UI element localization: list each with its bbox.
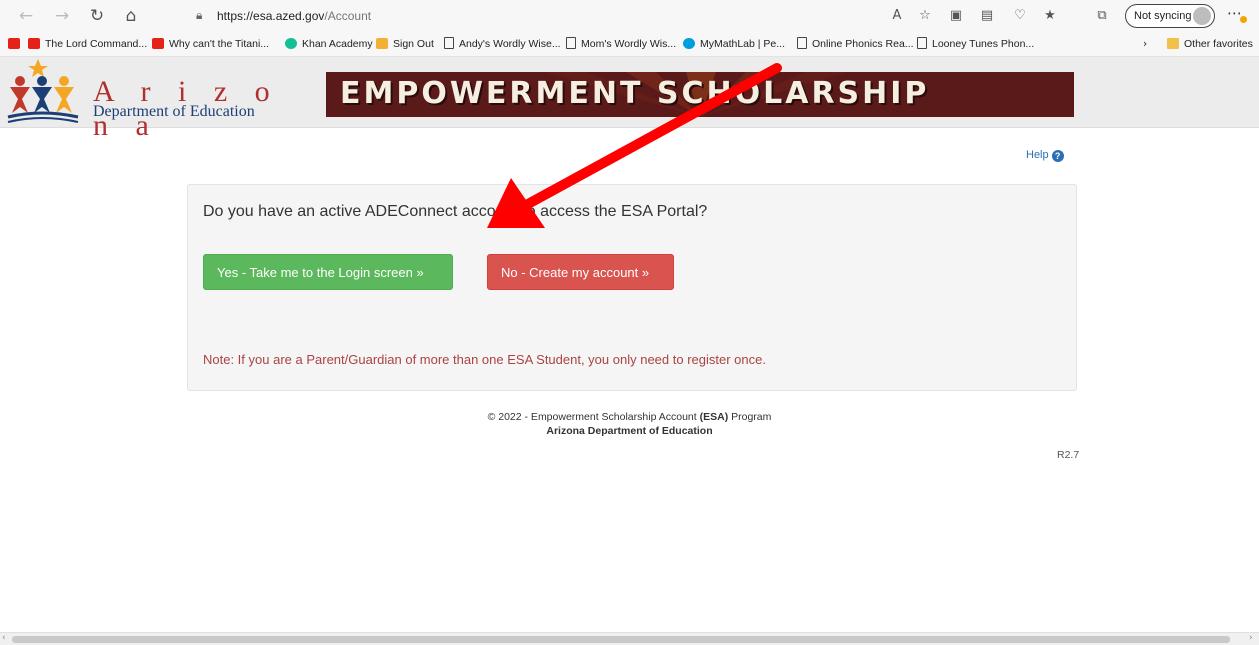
url-host: https://esa.azed.gov: [217, 9, 325, 23]
other-favorites-label: Other favorites: [1184, 38, 1253, 50]
avatar: [1193, 7, 1211, 25]
login-button[interactable]: Yes - Take me to the Login screen »: [203, 254, 453, 290]
read-aloud-icon[interactable]: A: [888, 7, 906, 25]
scrollbar-thumb[interactable]: [12, 636, 1230, 643]
browser-essentials-icon[interactable]: ♡: [1011, 7, 1029, 25]
youtube-icon: [152, 38, 164, 49]
question-circle-icon: ?: [1051, 150, 1064, 162]
back-icon[interactable]: ←: [16, 6, 36, 26]
copyright-esa: (ESA): [699, 411, 729, 423]
home-icon[interactable]: ⌂: [121, 6, 141, 26]
lock-icon[interactable]: 🔒︎: [196, 8, 210, 22]
favorite-item[interactable]: Sign Out: [376, 36, 434, 52]
signout-icon: [376, 38, 388, 49]
banner-title: EMPOWERMENT SCHOLARSHIP: [340, 76, 930, 111]
favorite-item[interactable]: Online Phonics Rea...: [797, 36, 914, 52]
folder-icon: [1167, 38, 1179, 49]
create-account-button[interactable]: No - Create my account »: [487, 254, 674, 290]
copyright-suffix: Program: [728, 411, 772, 423]
sync-label: Not syncing: [1134, 10, 1192, 22]
chevron-right-icon[interactable]: ›: [1143, 36, 1147, 52]
favorite-label: Looney Tunes Phon...: [932, 38, 1035, 50]
favorite-label: Khan Academy: [302, 38, 373, 50]
help-link[interactable]: Help?: [1026, 149, 1064, 162]
copilot-icon[interactable]: ⧉: [1093, 7, 1111, 25]
url-path: /Account: [324, 9, 372, 23]
youtube-icon: [28, 38, 40, 49]
pearson-icon: [683, 38, 695, 49]
url-field[interactable]: https://esa.azed.gov/Account: [217, 9, 371, 23]
account-question-panel: Do you have an active ADEConnect account…: [187, 184, 1077, 391]
add-favorite-icon[interactable]: ☆: [916, 7, 934, 25]
profile-sync-button[interactable]: Not syncing: [1125, 4, 1215, 28]
favorite-item[interactable]: Why can't the Titani...: [152, 36, 269, 52]
site-header: A r i z o n a Department of Education EM…: [0, 57, 1259, 142]
scroll-left-icon[interactable]: ‹: [2, 633, 6, 643]
help-label: Help: [1026, 149, 1049, 161]
link-icon: [444, 37, 454, 49]
favorite-label: MyMathLab | Pe...: [700, 38, 786, 50]
extension-icon[interactable]: ▣: [947, 7, 965, 25]
address-bar: ← → ↻ ⌂ 🔒︎ https://esa.azed.gov/Account …: [0, 0, 1259, 32]
favorite-label: Why can't the Titani...: [169, 38, 270, 50]
empowerment-banner: EMPOWERMENT SCHOLARSHIP: [326, 72, 1074, 117]
favorite-item[interactable]: Andy's Wordly Wise...: [444, 36, 561, 52]
horizontal-scrollbar[interactable]: ‹ ›: [0, 632, 1259, 645]
favorites-icon[interactable]: ★: [1041, 7, 1059, 25]
favorites-bar: The Lord Command... Why can't the Titani…: [0, 32, 1259, 57]
collections-icon[interactable]: ▤: [978, 7, 996, 25]
favorite-youtube[interactable]: [8, 36, 25, 52]
youtube-icon: [8, 38, 20, 49]
notification-dot: [1240, 16, 1247, 23]
favorite-label: Andy's Wordly Wise...: [459, 38, 561, 50]
copyright-text: © 2022 - Empowerment Scholarship Account: [487, 411, 700, 423]
footer-department: Arizona Department of Education: [546, 425, 713, 437]
copyright-line: © 2022 - Empowerment Scholarship Account…: [0, 410, 1259, 424]
khan-academy-icon: [285, 38, 297, 49]
page-icon: [797, 37, 807, 49]
refresh-icon[interactable]: ↻: [87, 6, 107, 26]
favorite-label: Online Phonics Rea...: [812, 38, 914, 50]
account-question: Do you have an active ADEConnect account…: [203, 203, 708, 220]
favorite-item[interactable]: Khan Academy: [285, 36, 373, 52]
favorite-item[interactable]: Looney Tunes Phon...: [917, 36, 1034, 52]
forward-icon[interactable]: →: [52, 6, 72, 26]
favorite-label: The Lord Command...: [45, 38, 148, 50]
favorite-item[interactable]: The Lord Command...: [28, 36, 147, 52]
ade-logo[interactable]: A r i z o n a Department of Education: [6, 57, 296, 142]
page-footer: © 2022 - Empowerment Scholarship Account…: [0, 410, 1259, 438]
favorite-label: Mom's Wordly Wis...: [581, 38, 677, 50]
favorite-item[interactable]: MyMathLab | Pe...: [683, 36, 785, 52]
favorite-item[interactable]: Mom's Wordly Wis...: [566, 36, 676, 52]
favorite-label: Sign Out: [393, 38, 434, 50]
registration-note: Note: If you are a Parent/Guardian of mo…: [203, 352, 766, 367]
page-icon: [917, 37, 927, 49]
scroll-right-icon[interactable]: ›: [1249, 633, 1253, 643]
page-icon: [566, 37, 576, 49]
logo-department: Department of Education: [93, 103, 255, 120]
version-label: R2.7: [1057, 449, 1080, 461]
stars-figures-icon: [7, 59, 79, 123]
other-favorites[interactable]: Other favorites: [1167, 36, 1253, 52]
